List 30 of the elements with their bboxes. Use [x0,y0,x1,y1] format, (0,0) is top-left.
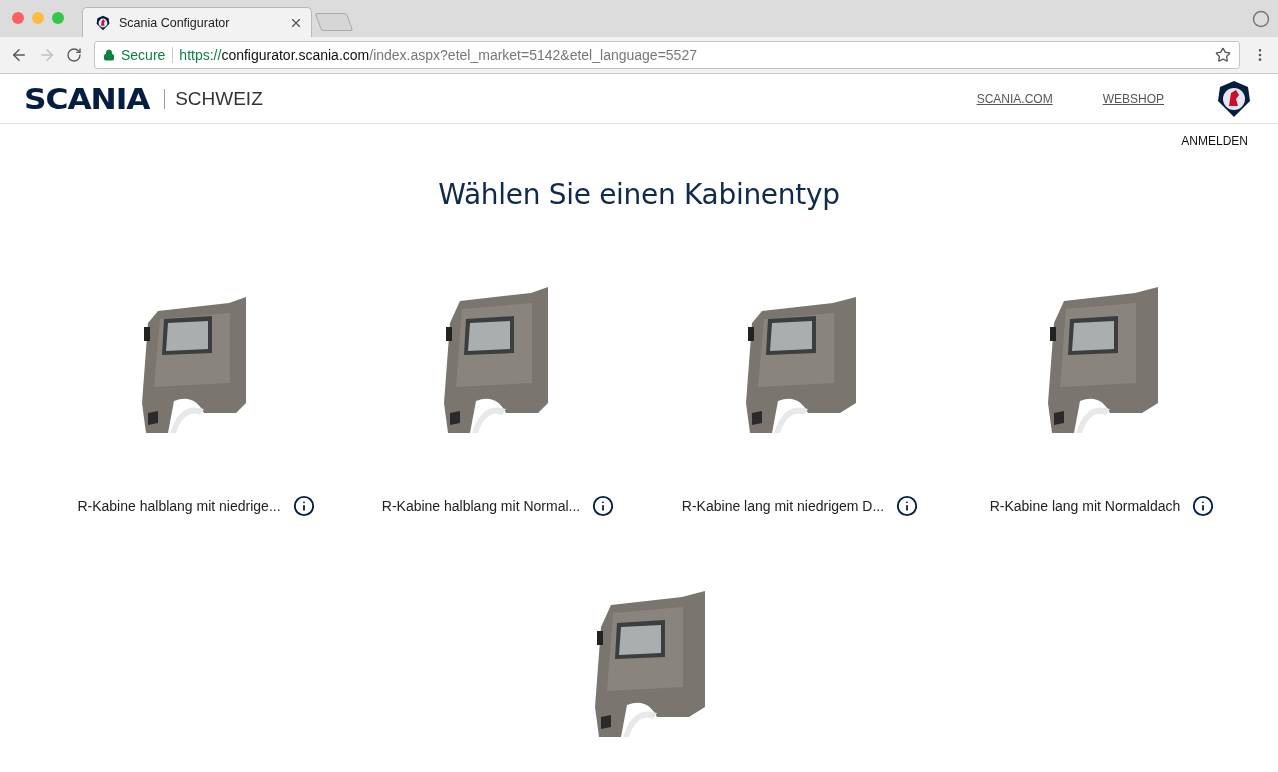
cab-label[interactable]: R-Kabine lang mit Normaldach [989,498,1181,514]
info-icon [292,495,315,517]
cab-label[interactable]: R-Kabine lang mit niedrigem D... [681,498,885,514]
header-link[interactable]: SCANIA.COM [976,91,1053,106]
info-button[interactable] [592,495,615,517]
brand-logo[interactable]: SCANIA [24,81,150,116]
bookmark-star-icon[interactable] [1215,47,1231,63]
griffin-emblem-icon [95,14,111,31]
tab-title: Scania Configurator [119,15,231,30]
page-title: Wählen Sie einen Kabinentyp [437,178,841,211]
header-link[interactable]: WEBSHOP [1102,91,1164,106]
url-text: https://configurator.scania.com/index.aspx?etel_market=5142&etel_language=5527 [179,47,698,63]
lock-icon [103,49,115,61]
market-name: SCHWEIZ [164,88,263,109]
info-icon [592,495,615,517]
browser-tab[interactable]: Scania Configurator [82,7,312,37]
reload-icon [66,47,82,63]
info-button[interactable] [292,495,315,517]
info-button[interactable] [1192,495,1215,517]
login-link[interactable]: ANMELDEN [1181,134,1248,148]
address-field[interactable]: Secure https://configurator.scania.com/index.aspx?etel_market=5142&etel_language=5527 [94,41,1240,69]
cab-label[interactable]: R-Kabine halblang mit Normal... [381,498,581,514]
info-icon [896,495,919,517]
forward-arrow-icon [38,46,56,64]
cab-label[interactable]: R-Kabine halblang mit niedrige... [77,498,281,514]
info-icon [1192,495,1215,517]
profile-icon[interactable] [1252,9,1270,28]
info-button[interactable] [896,495,919,517]
secure-label: Secure [121,47,166,63]
reload-button[interactable] [64,45,84,65]
